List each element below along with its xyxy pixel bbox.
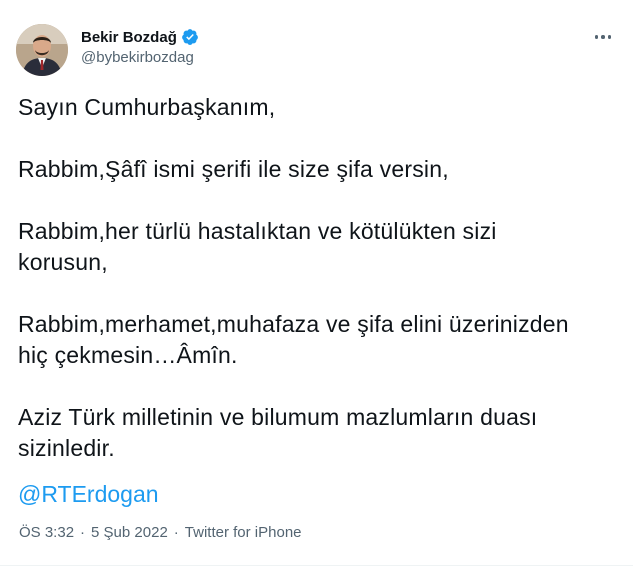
tweet-paragraph: Rabbim,Şâfî ismi şerifi ile size şifa ve… [18,156,449,182]
tweet-source[interactable]: Twitter for iPhone [185,524,302,541]
avatar-photo-icon [16,24,68,76]
avatar[interactable] [16,24,68,76]
meta-separator: · [173,524,179,541]
display-name-row: Bekir Bozdağ [81,26,199,48]
display-name[interactable]: Bekir Bozdağ [81,29,177,46]
tweet-paragraph: Rabbim,her türlü hastalıktan ve kötülükt… [18,218,497,275]
dot [601,35,605,39]
tweet-paragraph: Aziz Türk milletinin ve bilumum mazlumla… [18,404,538,461]
tweet-paragraph: Sayın Cumhurbaşkanım, [18,94,276,120]
dot [607,35,612,39]
tweet-meta: ÖS 3:32 · 5 Şub 2022 · Twitter for iPhon… [19,524,302,541]
user-handle[interactable]: @bybekirbozdag [81,49,199,66]
tweet-date[interactable]: 5 Şub 2022 [91,524,168,541]
tweet-header: Bekir Bozdağ @bybekirbozdag [16,22,621,76]
tweet-time[interactable]: ÖS 3:32 [19,524,74,541]
meta-separator: · [80,524,86,541]
tweet-card: Bekir Bozdağ @bybekirbozdag Sayın Cumhur… [0,0,633,566]
dot [594,35,599,39]
more-dots-icon[interactable] [589,26,617,48]
tweet-text: Sayın Cumhurbaşkanım, Rabbim,Şâfî ismi ş… [18,92,618,495]
mention-link[interactable]: @RTErdogan [18,479,159,510]
user-names: Bekir Bozdağ @bybekirbozdag [81,26,199,66]
verified-badge-icon [181,29,198,45]
tweet-paragraph: Rabbim,merhamet,muhafaza ve şifa elini ü… [18,311,569,368]
